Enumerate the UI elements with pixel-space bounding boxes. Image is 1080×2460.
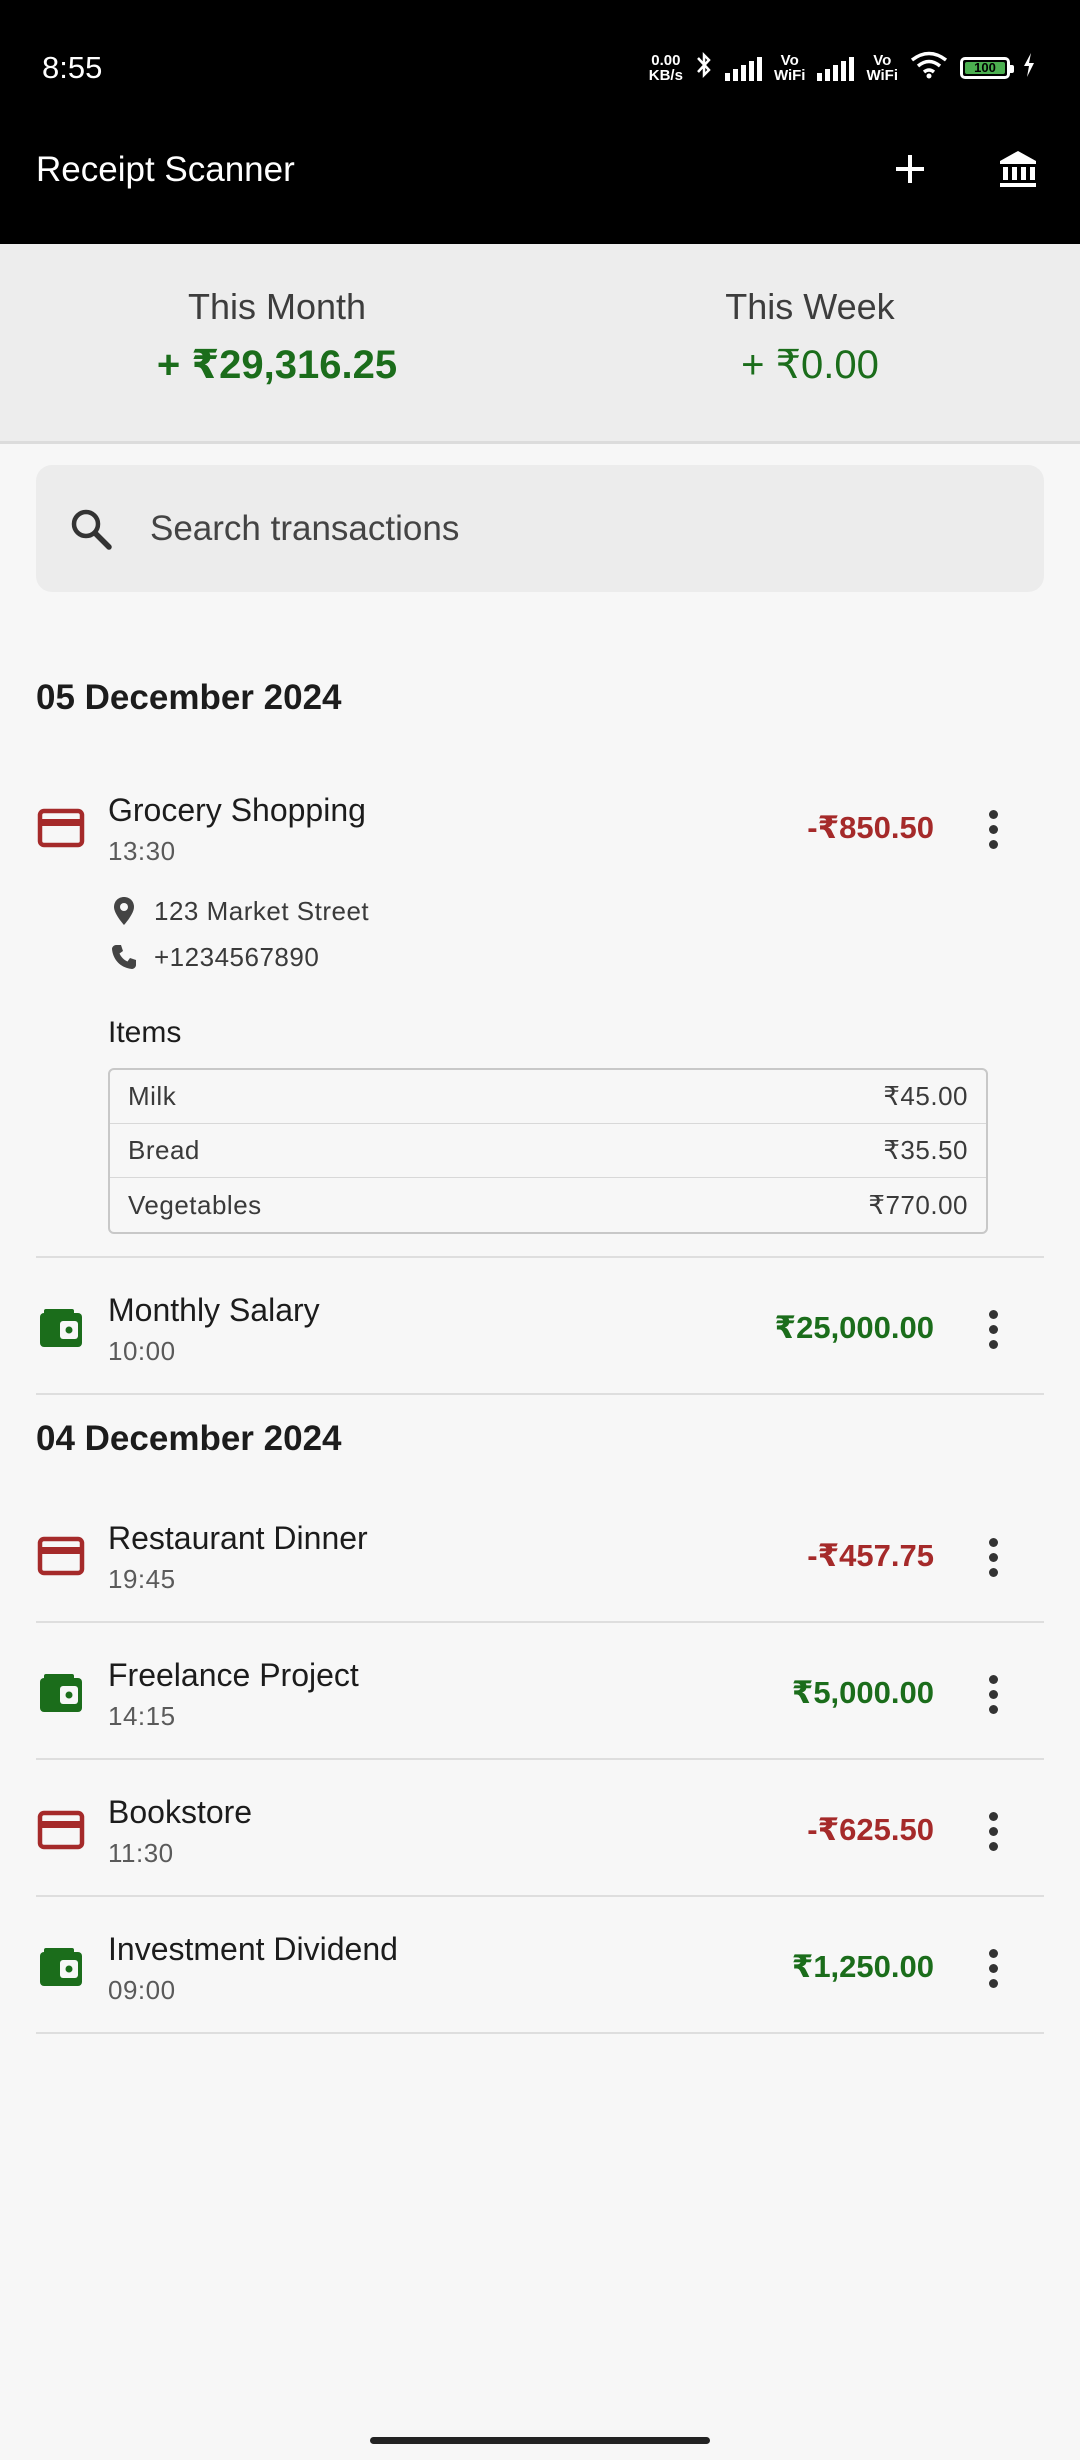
transaction-item[interactable]: Monthly Salary 10:00 ₹25,000.00 xyxy=(36,1258,1044,1395)
vowifi-label-bottom-2: WiFi xyxy=(866,66,898,84)
search-bar[interactable] xyxy=(36,465,1044,592)
item-price: ₹35.50 xyxy=(883,1135,968,1165)
transaction-item[interactable]: Bookstore 11:30 -₹625.50 xyxy=(36,1760,1044,1897)
item-name: Vegetables xyxy=(128,1189,262,1220)
status-time: 8:55 xyxy=(42,50,103,85)
add-button[interactable] xyxy=(882,143,938,199)
bank-button[interactable] xyxy=(990,143,1046,199)
transaction-amount: -₹457.75 xyxy=(807,1538,934,1573)
more-options-button[interactable] xyxy=(978,802,1008,856)
transaction-amount: ₹25,000.00 xyxy=(774,1310,934,1345)
net-speed: 0.00 KB/s xyxy=(649,53,683,83)
search-icon xyxy=(66,504,116,554)
more-options-button[interactable] xyxy=(978,1941,1008,1995)
phone-icon xyxy=(108,941,140,973)
wifi-icon xyxy=(910,51,948,84)
item-price: ₹770.00 xyxy=(868,1189,968,1220)
signal-icon-2 xyxy=(817,55,855,81)
item-name: Milk xyxy=(128,1081,177,1111)
vowifi-label-top-2: Vo xyxy=(873,51,892,69)
status-icons: 0.00 KB/s Vo WiFi Vo WiFi 100 xyxy=(649,50,1036,85)
transaction-title: Investment Dividend xyxy=(108,1931,398,1967)
app-title: Receipt Scanner xyxy=(36,150,295,189)
transaction-item[interactable]: Grocery Shopping 13:30 -₹850.50 123 Mark… xyxy=(36,758,1044,1258)
transaction-item[interactable]: Restaurant Dinner 19:45 -₹457.75 xyxy=(36,1486,1044,1623)
top-bar: 8:55 0.00 KB/s Vo WiFi Vo WiFi 100 Recei… xyxy=(0,0,1080,244)
transaction-amount: ₹1,250.00 xyxy=(791,1949,934,1984)
plus-icon xyxy=(893,152,927,191)
transaction-title: Grocery Shopping xyxy=(108,792,366,828)
item-row: Bread ₹35.50 xyxy=(110,1124,986,1178)
transaction-amount: -₹625.50 xyxy=(807,1812,934,1847)
transaction-item[interactable]: Investment Dividend 09:00 ₹1,250.00 xyxy=(36,1897,1044,2034)
transaction-time: 09:00 xyxy=(108,1975,176,2005)
net-speed-value: 0.00 xyxy=(651,51,681,69)
summary-week: This Week + ₹0.00 xyxy=(540,244,1080,441)
battery-level: 100 xyxy=(974,60,996,75)
item-price: ₹45.00 xyxy=(883,1081,968,1111)
transaction-time: 13:30 xyxy=(108,836,176,866)
transaction-title: Bookstore xyxy=(108,1794,253,1830)
summary-month: This Month + ₹29,316.25 xyxy=(0,244,540,441)
credit-card-icon xyxy=(36,803,86,853)
credit-card-icon xyxy=(36,1531,86,1581)
month-value: + ₹29,316.25 xyxy=(156,343,398,387)
net-speed-unit: KB/s xyxy=(648,66,683,84)
transaction-time: 10:00 xyxy=(108,1336,176,1366)
items-table: Milk ₹45.00 Bread ₹35.50 Vegetables ₹770… xyxy=(108,1068,988,1234)
date-header: 04 December 2024 xyxy=(36,1419,342,1458)
transaction-amount: ₹5,000.00 xyxy=(791,1675,934,1710)
transaction-time: 14:15 xyxy=(108,1701,176,1731)
home-indicator[interactable] xyxy=(370,2437,710,2444)
battery-icon: 100 xyxy=(960,56,1014,79)
vowifi-indicator-2: Vo WiFi xyxy=(866,53,898,83)
vowifi-indicator: Vo WiFi xyxy=(774,53,806,83)
transaction-item[interactable]: Freelance Project 14:15 ₹5,000.00 xyxy=(36,1623,1044,1760)
signal-icon xyxy=(724,55,762,81)
vowifi-label-top: Vo xyxy=(780,51,799,69)
item-name: Bread xyxy=(128,1135,200,1165)
item-row: Milk ₹45.00 xyxy=(110,1070,986,1124)
wallet-icon xyxy=(36,1668,86,1718)
phone-text: +1234567890 xyxy=(154,941,320,972)
transaction-title: Restaurant Dinner xyxy=(108,1520,368,1556)
vowifi-label-bottom: WiFi xyxy=(773,66,806,84)
wallet-icon xyxy=(36,1942,86,1992)
transaction-details: 123 Market Street +1234567890 xyxy=(108,888,369,980)
week-value: + ₹0.00 xyxy=(741,343,879,387)
bluetooth-icon xyxy=(695,50,713,85)
address-row: 123 Market Street xyxy=(108,888,369,934)
transaction-amount: -₹850.50 xyxy=(807,810,934,845)
more-options-button[interactable] xyxy=(978,1530,1008,1584)
week-label: This Week xyxy=(725,286,895,327)
more-options-button[interactable] xyxy=(978,1302,1008,1356)
location-pin-icon xyxy=(108,895,140,927)
transaction-title: Monthly Salary xyxy=(108,1292,320,1328)
phone-row: +1234567890 xyxy=(108,934,369,980)
credit-card-icon xyxy=(36,1805,86,1855)
items-label: Items xyxy=(108,1016,182,1049)
address-text: 123 Market Street xyxy=(154,895,370,926)
bank-icon xyxy=(997,148,1039,195)
more-options-button[interactable] xyxy=(978,1667,1008,1721)
month-label: This Month xyxy=(187,286,367,327)
wallet-icon xyxy=(36,1303,86,1353)
transaction-time: 11:30 xyxy=(108,1838,174,1868)
summary-panel: This Month + ₹29,316.25 This Week + ₹0.0… xyxy=(0,244,1080,444)
date-header: 05 December 2024 xyxy=(36,678,342,717)
more-options-button[interactable] xyxy=(978,1804,1008,1858)
search-input[interactable] xyxy=(150,508,950,549)
charging-icon xyxy=(1022,52,1036,83)
transaction-time: 19:45 xyxy=(108,1564,176,1594)
item-row: Vegetables ₹770.00 xyxy=(110,1178,986,1232)
transaction-title: Freelance Project xyxy=(108,1657,359,1693)
transaction-list: 05 December 2024 Grocery Shopping 13:30 … xyxy=(36,640,1044,2034)
